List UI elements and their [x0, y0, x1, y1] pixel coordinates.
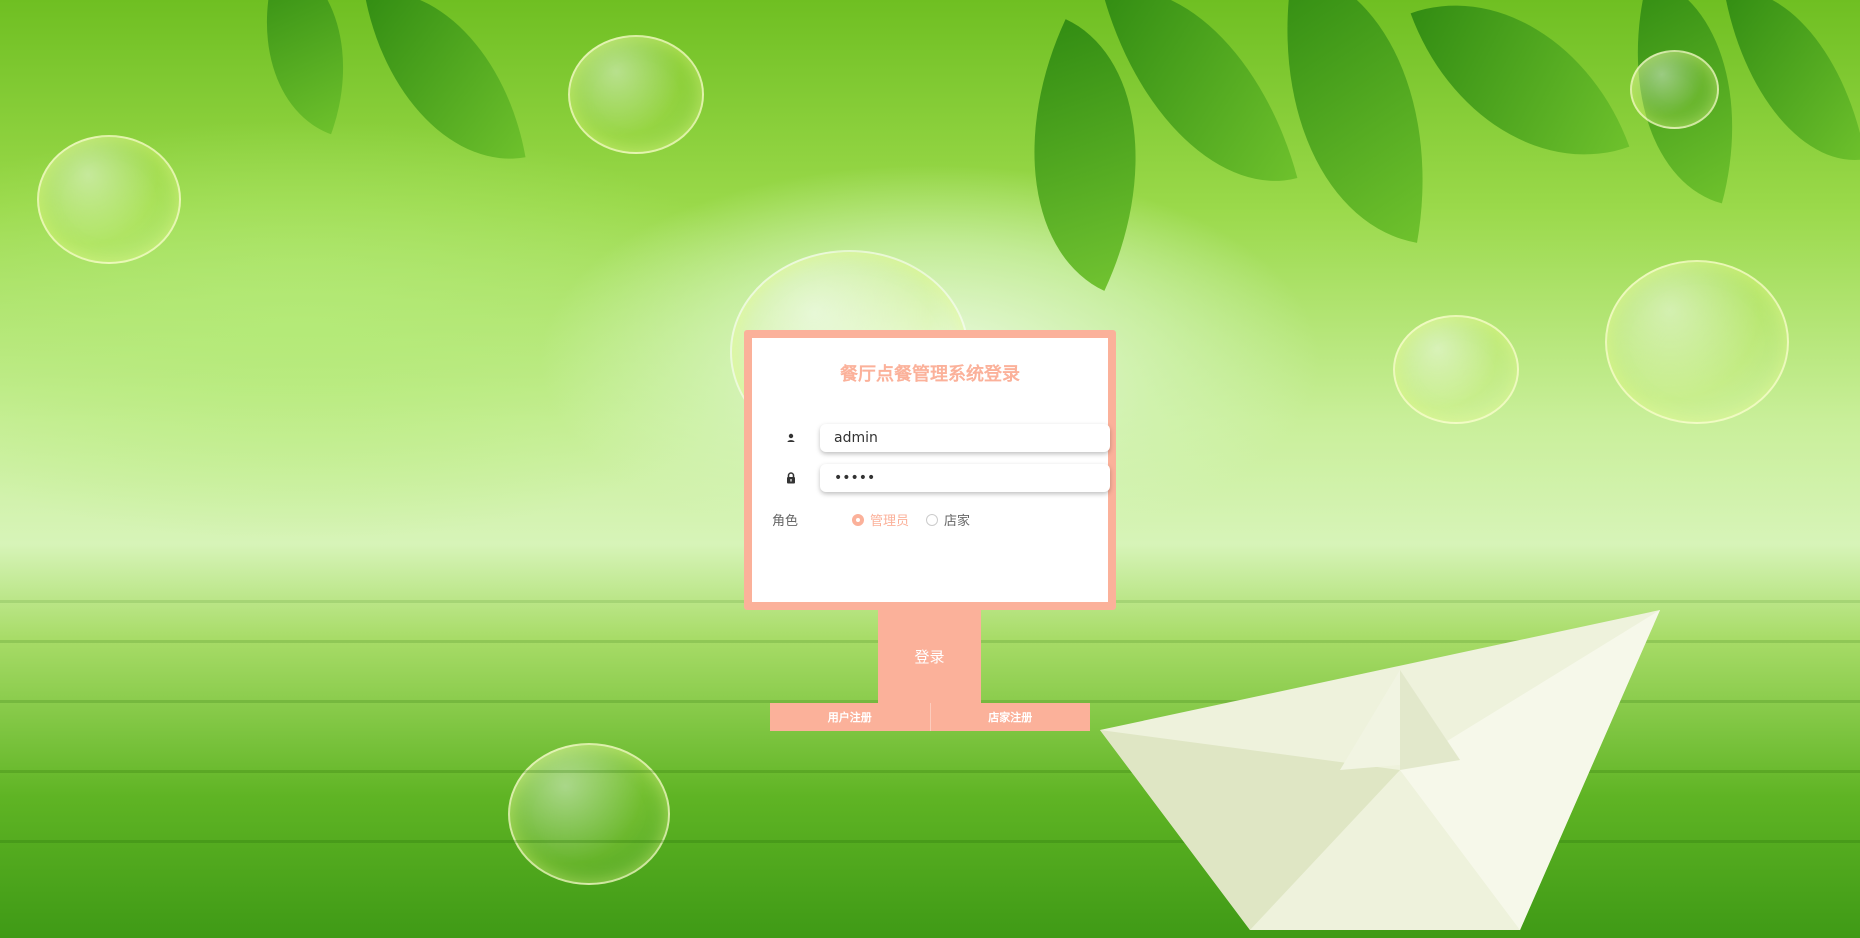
radio-circle[interactable] [852, 513, 864, 526]
bubble-decoration [1605, 260, 1789, 424]
bubble-decoration [568, 35, 704, 154]
role-radio-shop[interactable]: 店家 [926, 510, 970, 529]
leaf-decoration [227, 0, 383, 135]
role-option-label: 店家 [944, 514, 971, 529]
leaf-decoration [1410, 0, 1630, 202]
leaf-decoration [364, 0, 526, 180]
radio-circle[interactable] [926, 513, 938, 526]
role-radio-admin[interactable]: 管理员 [852, 510, 909, 529]
shop-register-button[interactable]: 店家注册 [929, 703, 1091, 731]
user-icon [787, 433, 795, 442]
register-bar: 用户注册 店家注册 [770, 703, 1090, 731]
user-register-button[interactable]: 用户注册 [770, 703, 930, 731]
role-label: 角色 [772, 514, 799, 529]
username-input[interactable] [820, 424, 1110, 452]
role-option-label: 管理员 [870, 514, 910, 529]
bubble-decoration [1393, 315, 1519, 424]
username-row [772, 424, 1110, 452]
paper-boat-illustration [1100, 610, 1660, 930]
leaf-decoration [1724, 0, 1860, 179]
password-row [772, 464, 1110, 492]
role-selector: 角色 管理员 店家 [772, 510, 1102, 530]
page-title: 餐厅点餐管理系统登录 [840, 364, 1020, 385]
bubble-decoration [37, 135, 181, 264]
login-card: 餐厅点餐管理系统登录 角色 管理员 店家 [744, 330, 1116, 610]
bubble-decoration [1630, 50, 1719, 129]
bubble-decoration [508, 743, 670, 885]
lock-icon [787, 472, 795, 484]
password-input[interactable] [820, 464, 1110, 492]
login-button[interactable]: 登录 [878, 610, 981, 703]
